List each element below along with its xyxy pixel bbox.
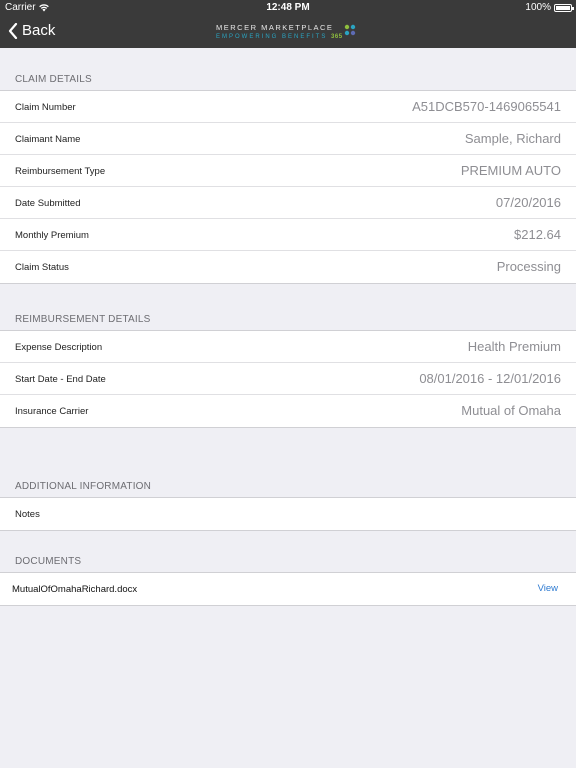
navigation-bar: Back MERCER MARKETPLACE EMPOWERING BENEF… <box>0 16 576 48</box>
battery-indicator: 100% <box>525 2 574 13</box>
reimbursement-details-header: REIMBURSEMENT DETAILS <box>15 314 151 325</box>
row-label: Insurance Carrier <box>15 406 89 417</box>
notes-row[interactable]: Notes <box>0 498 576 530</box>
logo-tagline-text: EMPOWERING BENEFITS <box>216 34 328 40</box>
view-document-button[interactable]: View <box>538 583 558 594</box>
reimbursement-type-row: Reimbursement Type PREMIUM AUTO <box>0 155 576 187</box>
battery-icon <box>554 3 574 12</box>
additional-information-header: ADDITIONAL INFORMATION <box>15 481 152 492</box>
reimbursement-type-value: PREMIUM AUTO <box>460 163 561 178</box>
row-label: Claim Status <box>15 262 69 273</box>
notes-label: Notes <box>15 509 40 520</box>
row-label: Expense Description <box>15 342 103 353</box>
document-row: MutualOfOmahaRichard.docx View <box>0 573 576 605</box>
expense-description-value: Health Premium <box>467 339 561 354</box>
back-button[interactable]: Back <box>8 22 55 39</box>
logo-title: MERCER MARKETPLACE <box>216 23 334 32</box>
date-submitted-value: 07/20/2016 <box>495 195 561 210</box>
row-label: Claimant Name <box>15 134 81 145</box>
date-range-row: Start Date - End Date 08/01/2016 - 12/01… <box>0 363 576 395</box>
mercer-marketplace-logo: MERCER MARKETPLACE EMPOWERING BENEFITS 3… <box>216 23 361 43</box>
document-filename: MutualOfOmahaRichard.docx <box>12 584 138 595</box>
status-bar: Carrier 12:48 PM 100% <box>0 0 576 16</box>
logo-number: 365 <box>331 34 343 40</box>
monthly-premium-value: $212.64 <box>514 227 561 242</box>
claim-status-row: Claim Status Processing <box>0 251 576 283</box>
back-button-label: Back <box>22 22 56 39</box>
documents-group: MutualOfOmahaRichard.docx View <box>0 572 576 606</box>
date-submitted-row: Date Submitted 07/20/2016 <box>0 187 576 219</box>
date-range-value: 08/01/2016 - 12/01/2016 <box>419 371 561 386</box>
battery-percent: 100% <box>525 2 551 13</box>
monthly-premium-row: Monthly Premium $212.64 <box>0 219 576 251</box>
claim-details-group: Claim Number A51DCB570-1469065541 Claima… <box>0 90 576 284</box>
logo-mark-icon <box>344 24 356 36</box>
documents-header: DOCUMENTS <box>15 556 82 567</box>
claimant-name-value: Sample, Richard <box>464 131 561 146</box>
additional-information-group: Notes <box>0 497 576 531</box>
row-label: Start Date - End Date <box>15 374 106 385</box>
claim-status-value: Processing <box>496 259 561 274</box>
insurance-carrier-row: Insurance Carrier Mutual of Omaha <box>0 395 576 427</box>
logo-tagline: EMPOWERING BENEFITS 365 <box>216 34 361 40</box>
expense-description-row: Expense Description Health Premium <box>0 331 576 363</box>
reimbursement-details-group: Expense Description Health Premium Start… <box>0 330 576 428</box>
insurance-carrier-value: Mutual of Omaha <box>461 403 561 418</box>
claim-number-value: A51DCB570-1469065541 <box>412 99 561 114</box>
row-label: Claim Number <box>15 102 76 113</box>
row-label: Date Submitted <box>15 198 81 209</box>
row-label: Monthly Premium <box>15 230 89 241</box>
chevron-left-icon <box>8 22 18 39</box>
status-time: 12:48 PM <box>266 2 310 13</box>
claim-number-row: Claim Number A51DCB570-1469065541 <box>0 91 576 123</box>
row-label: Reimbursement Type <box>15 166 106 177</box>
claim-details-header: CLAIM DETAILS <box>15 74 92 85</box>
claimant-name-row: Claimant Name Sample, Richard <box>0 123 576 155</box>
